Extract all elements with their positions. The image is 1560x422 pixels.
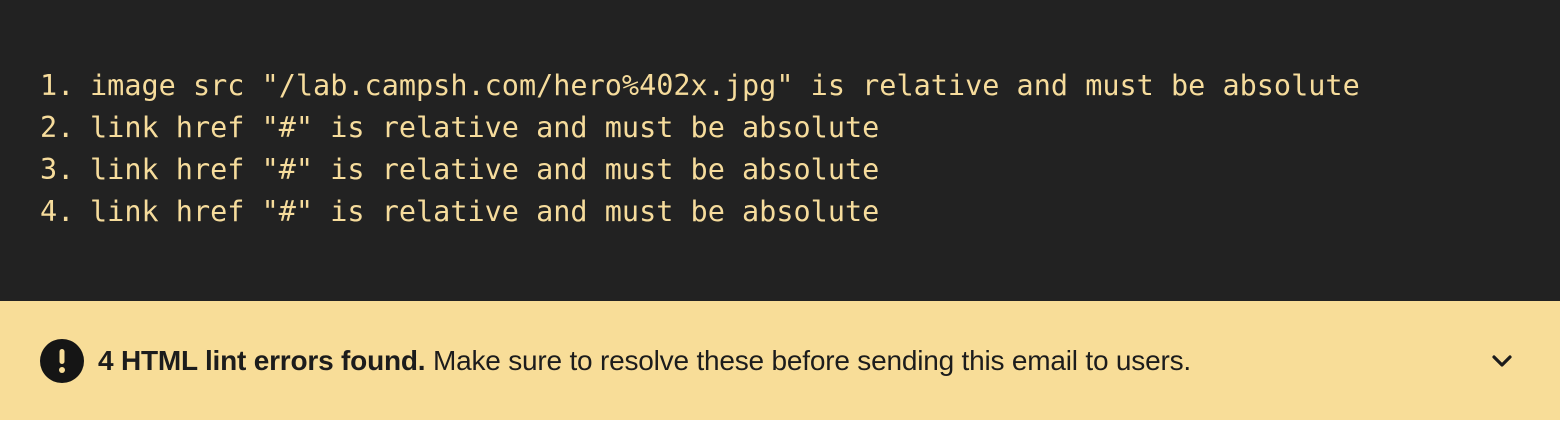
lint-warning-banner: 4 HTML lint errors found. Make sure to r… [0, 301, 1560, 420]
error-number: 3. [40, 152, 75, 186]
warning-message: 4 HTML lint errors found. Make sure to r… [98, 345, 1191, 377]
error-number: 4. [40, 194, 75, 228]
lint-error-item: 3. link href "#" is relative and must be… [40, 148, 1560, 190]
lint-error-list: 1. image src "/lab.campsh.com/hero%402x.… [0, 0, 1560, 301]
exclamation-circle-icon [40, 338, 84, 383]
warning-detail: Make sure to resolve these before sendin… [425, 344, 1191, 376]
error-message: image src "/lab.campsh.com/hero%402x.jpg… [90, 68, 1360, 102]
error-message: link href "#" is relative and must be ab… [90, 194, 880, 228]
error-message: link href "#" is relative and must be ab… [90, 110, 880, 144]
lint-error-item: 2. link href "#" is relative and must be… [40, 106, 1560, 148]
error-number: 2. [40, 110, 75, 144]
lint-errors-panel: 1. image src "/lab.campsh.com/hero%402x.… [0, 0, 1560, 422]
chevron-down-icon [1492, 354, 1512, 367]
error-number: 1. [40, 68, 75, 102]
collapse-toggle-button[interactable] [1480, 339, 1524, 383]
error-message: link href "#" is relative and must be ab… [90, 152, 880, 186]
lint-error-item: 4. link href "#" is relative and must be… [40, 190, 1560, 232]
lint-error-item: 1. image src "/lab.campsh.com/hero%402x.… [40, 64, 1560, 106]
warning-summary: 4 HTML lint errors found. [98, 344, 426, 376]
